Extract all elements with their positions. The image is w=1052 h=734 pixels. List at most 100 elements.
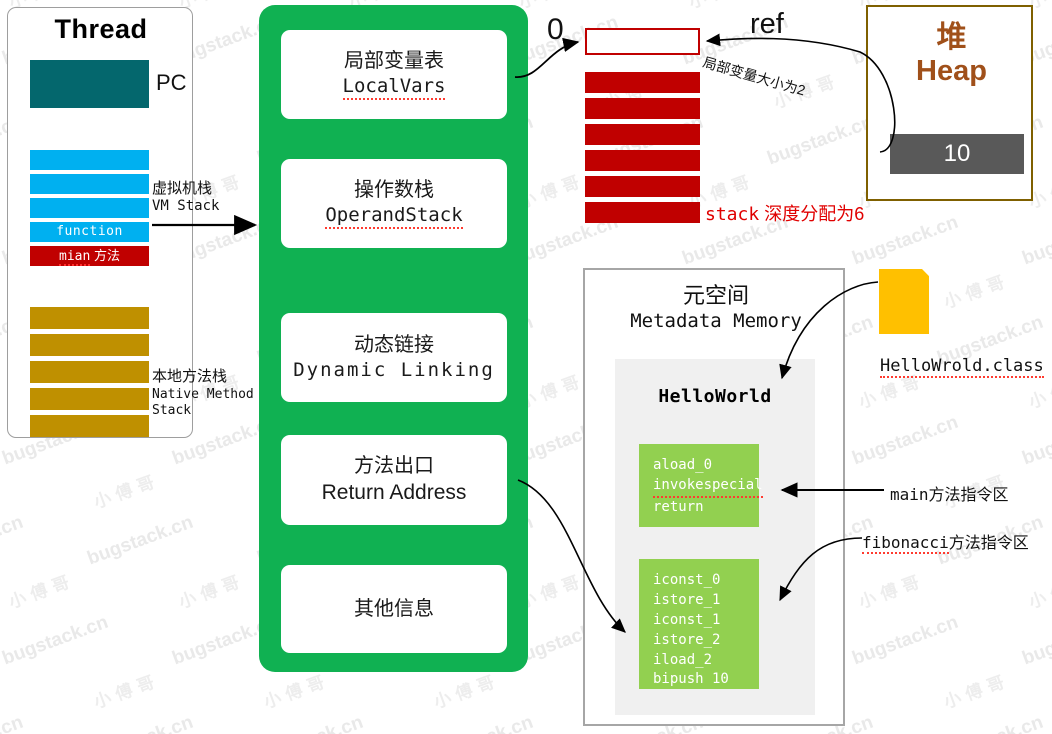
native-stack-frame	[30, 307, 149, 329]
frame-card-en: LocalVars	[342, 74, 446, 101]
vm-stack-frame	[30, 174, 149, 194]
frame-card-other-info: 其他信息	[281, 565, 507, 653]
stack-depth-note: stack 深度分配为6	[705, 200, 864, 226]
frame-card-en: Return Address	[321, 480, 467, 504]
stack-depth-note-cn: 深度分配为6	[759, 204, 865, 224]
watermark-seal: 小 傅 哥	[856, 572, 923, 613]
watermark-seal: 小 傅 哥	[941, 672, 1008, 713]
bytecode-line: iload_2	[653, 651, 713, 668]
stack-frame-panel: 局部变量表 LocalVars 操作数栈 OperandStack 动态链接 D…	[259, 5, 528, 672]
watermark-text: bugstack.cn	[0, 611, 111, 670]
main-method-area-cn: 方法指令区	[928, 487, 1009, 504]
bytecode-line: aload_0	[653, 457, 713, 473]
watermark-seal: 小 傅 哥	[176, 572, 243, 613]
stack-index-zero-label: 0	[547, 13, 564, 46]
operand-stack-slot	[585, 176, 700, 197]
native-stack-frame	[30, 388, 149, 410]
bytecode-line: iconst_0	[653, 572, 721, 588]
frame-card-en: OperandStack	[325, 203, 463, 230]
native-stack-label-en1: Native Method	[152, 386, 254, 402]
watermark-text: bugstack.cn	[849, 411, 961, 470]
operand-stack-slot-top	[585, 28, 700, 55]
class-file-label: HelloWrold.class	[880, 356, 1044, 378]
thread-title: Thread	[54, 14, 148, 44]
operand-stack-slot	[585, 98, 700, 119]
frame-card-localvars: 局部变量表 LocalVars	[281, 30, 507, 119]
fibonacci-method-area-label: fibonacci方法指令区	[862, 529, 1029, 554]
vm-stack-label-en: VM Stack	[152, 198, 220, 215]
watermark-seal: 小 傅 哥	[431, 672, 498, 713]
vm-stack-frame	[30, 150, 149, 170]
main-bytecode-block: aload_0 invokespecial return	[639, 444, 763, 527]
heap-title-cn: 堆	[936, 21, 967, 54]
native-stack-frame	[30, 415, 149, 437]
frame-card-cn: 其他信息	[354, 597, 434, 620]
main-frame-suffix: 方法	[90, 248, 120, 263]
watermark-text: bugstack.cn	[764, 111, 876, 170]
watermark-seal: 小 傅 哥	[261, 672, 328, 713]
frame-card-en: Dynamic Linking	[293, 358, 495, 381]
watermark-text: bugstack.cn	[849, 211, 961, 270]
watermark-text: bugstack.cn	[1019, 611, 1052, 670]
bytecode-line: return	[653, 498, 704, 515]
watermark-text: bugstack.cn	[84, 511, 196, 570]
vm-stack-label-cn: 虚拟机栈	[152, 180, 213, 197]
frame-card-return-address: 方法出口 Return Address	[281, 435, 507, 525]
localvar-size-note: 局部变量大小为2	[701, 53, 808, 99]
watermark-text: bugstack.cn	[1019, 211, 1052, 270]
vm-stack-frame-main: mian 方法	[30, 246, 149, 266]
bytecode-line: istore_1	[653, 591, 721, 608]
metaspace-title-cn: 元空间	[682, 283, 749, 308]
watermark-seal: 小 傅 哥	[685, 0, 752, 13]
pc-register-block	[30, 60, 149, 108]
heap-title: 堆 Heap	[868, 21, 1035, 87]
operand-stack-slot	[585, 72, 700, 93]
main-frame-prefix: mian	[59, 249, 91, 266]
watermark-text: bugstack.cn	[935, 712, 1047, 734]
metaspace-class-area: HelloWorld aload_0 invokespecial return …	[615, 359, 815, 715]
watermark-text: bugstack.cn	[849, 611, 961, 670]
watermark-text: bugstack.cn	[85, 712, 197, 734]
operand-stack-slot	[585, 150, 700, 171]
fibonacci-method-area-cn: 方法指令区	[948, 535, 1029, 552]
heap-title-en: Heap	[916, 54, 987, 87]
watermark-seal: 小 傅 哥	[1026, 573, 1052, 613]
watermark-text: bugstack.cn	[1019, 411, 1052, 470]
heap-panel: 堆 Heap 10	[866, 5, 1033, 201]
bytecode-line: iconst_1	[653, 611, 721, 628]
frame-card-cn: 局部变量表	[344, 49, 444, 72]
frame-card-cn: 动态链接	[354, 333, 434, 356]
watermark-seal: 小 傅 哥	[91, 472, 158, 513]
watermark-seal: 小 傅 哥	[6, 572, 73, 613]
frame-card-dynamic-linking: 动态链接 Dynamic Linking	[281, 313, 507, 402]
main-method-area-mono: main	[890, 485, 929, 504]
main-method-area-label: main方法指令区	[890, 481, 1009, 505]
metaspace-title: 元空间 Metadata Memory	[585, 282, 847, 333]
watermark-seal: 小 傅 哥	[941, 272, 1008, 313]
native-stack-frame	[30, 361, 149, 383]
native-stack-label: 本地方法栈 Native Method Stack	[152, 368, 270, 419]
fibonacci-method-area-mono: fibonacci	[862, 533, 949, 554]
bytecode-line: invokespecial	[653, 476, 763, 498]
metaspace-title-en: Metadata Memory	[630, 309, 802, 332]
metaspace-class-name: HelloWorld	[658, 386, 772, 407]
frame-card-cn: 方法出口	[354, 454, 434, 477]
vm-stack-frame	[30, 198, 149, 218]
vm-stack-frame-function: function	[30, 222, 149, 242]
heap-object-value: 10	[890, 134, 1024, 174]
bytecode-line: bipush 10	[653, 671, 729, 688]
operand-stack-slot	[585, 124, 700, 145]
ref-label: ref	[750, 8, 784, 40]
operand-stack-slot	[585, 202, 700, 223]
vm-stack-label: 虚拟机栈 VM Stack	[152, 180, 272, 215]
watermark-text: bugstack.cn	[0, 511, 26, 570]
stack-depth-note-mono: stack	[705, 204, 760, 225]
watermark-text: bugstack.cn	[0, 712, 26, 734]
watermark-text: bugstack.cn	[425, 712, 537, 734]
native-stack-label-en2: Stack	[152, 403, 192, 418]
frame-card-cn: 操作数栈	[354, 178, 434, 201]
metaspace-panel: 元空间 Metadata Memory HelloWorld aload_0 i…	[583, 268, 845, 726]
diagram-canvas: bugstack.cn小 傅 哥bugstack.cn小 傅 哥bugstack…	[0, 0, 1052, 734]
pc-label: PC	[156, 70, 187, 95]
class-file-icon	[879, 269, 929, 334]
